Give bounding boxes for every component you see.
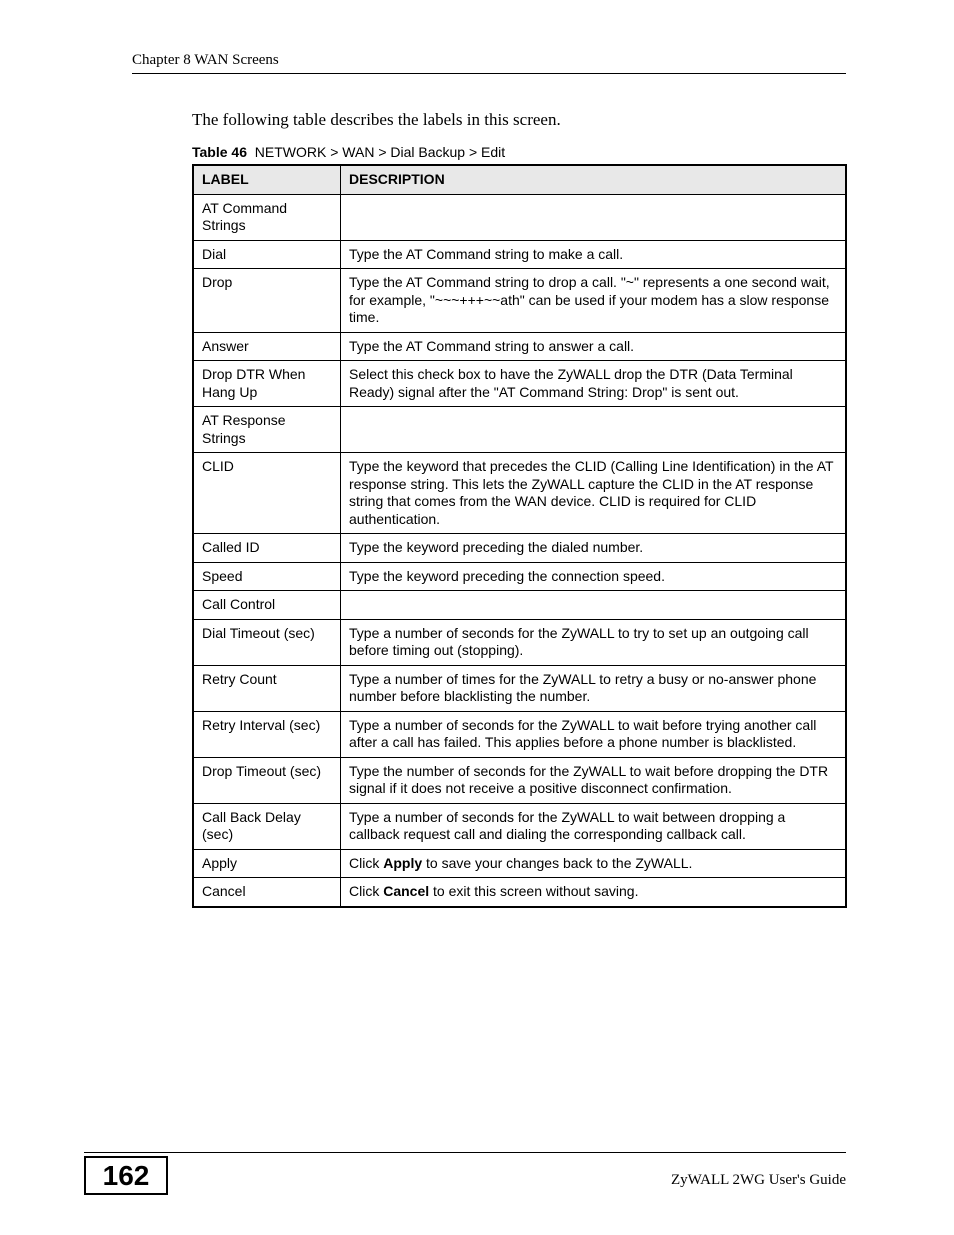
row-label: AT Command Strings [193, 194, 341, 240]
row-description: Click Cancel to exit this screen without… [341, 878, 847, 907]
row-description: Type the AT Command string to drop a cal… [341, 269, 847, 333]
row-description: Click Apply to save your changes back to… [341, 849, 847, 878]
table-row: AT Command Strings [193, 194, 846, 240]
table-row: Drop DTR When Hang Up Select this check … [193, 361, 846, 407]
row-label: Dial [193, 240, 341, 269]
table-row: Speed Type the keyword preceding the con… [193, 562, 846, 591]
row-label: Speed [193, 562, 341, 591]
row-label: Apply [193, 849, 341, 878]
row-label: Drop Timeout (sec) [193, 757, 341, 803]
row-description: Type a number of seconds for the ZyWALL … [341, 803, 847, 849]
table-row: Apply Click Apply to save your changes b… [193, 849, 846, 878]
row-description: Type a number of times for the ZyWALL to… [341, 665, 847, 711]
table-row: Answer Type the AT Command string to ans… [193, 332, 846, 361]
row-description [341, 194, 847, 240]
row-label: Call Control [193, 591, 341, 620]
row-description: Type a number of seconds for the ZyWALL … [341, 711, 847, 757]
table-caption-label: Table 46 [192, 144, 247, 160]
table-row: Drop Type the AT Command string to drop … [193, 269, 846, 333]
table-row: Dial Type the AT Command string to make … [193, 240, 846, 269]
column-header-label: LABEL [193, 165, 341, 194]
row-label: Drop [193, 269, 341, 333]
table-caption-text: NETWORK > WAN > Dial Backup > Edit [255, 144, 505, 160]
row-label: CLID [193, 453, 341, 534]
row-label: AT Response Strings [193, 407, 341, 453]
column-header-description: DESCRIPTION [341, 165, 847, 194]
row-description: Select this check box to have the ZyWALL… [341, 361, 847, 407]
table-row: Cancel Click Cancel to exit this screen … [193, 878, 846, 907]
running-header: Chapter 8 WAN Screens [132, 52, 846, 69]
row-description: Type the AT Command string to make a cal… [341, 240, 847, 269]
row-label: Answer [193, 332, 341, 361]
page-number: 162 [84, 1156, 168, 1195]
table-header-row: LABEL DESCRIPTION [193, 165, 846, 194]
row-label: Retry Count [193, 665, 341, 711]
row-label: Called ID [193, 534, 341, 563]
intro-paragraph: The following table describes the labels… [192, 110, 846, 130]
row-label: Call Back Delay (sec) [193, 803, 341, 849]
table-row: Retry Count Type a number of times for t… [193, 665, 846, 711]
row-description [341, 407, 847, 453]
row-description: Type the keyword preceding the dialed nu… [341, 534, 847, 563]
row-label: Drop DTR When Hang Up [193, 361, 341, 407]
labels-description-table: LABEL DESCRIPTION AT Command Strings Dia… [192, 164, 847, 908]
footer-rule [84, 1152, 846, 1153]
table-row: Retry Interval (sec) Type a number of se… [193, 711, 846, 757]
table-row: Called ID Type the keyword preceding the… [193, 534, 846, 563]
row-label: Cancel [193, 878, 341, 907]
row-description: Type a number of seconds for the ZyWALL … [341, 619, 847, 665]
table-row: Call Control [193, 591, 846, 620]
guide-title: ZyWALL 2WG User's Guide [671, 1172, 846, 1195]
row-label: Dial Timeout (sec) [193, 619, 341, 665]
table-row: Drop Timeout (sec) Type the number of se… [193, 757, 846, 803]
table-row: AT Response Strings [193, 407, 846, 453]
header-rule [132, 73, 846, 74]
table-caption: Table 46 NETWORK > WAN > Dial Backup > E… [192, 144, 846, 160]
row-description: Type the AT Command string to answer a c… [341, 332, 847, 361]
row-description: Type the keyword that precedes the CLID … [341, 453, 847, 534]
row-description: Type the number of seconds for the ZyWAL… [341, 757, 847, 803]
table-row: CLID Type the keyword that precedes the … [193, 453, 846, 534]
table-row: Dial Timeout (sec) Type a number of seco… [193, 619, 846, 665]
row-description [341, 591, 847, 620]
page-footer: 162 ZyWALL 2WG User's Guide [0, 1152, 954, 1195]
row-description: Type the keyword preceding the connectio… [341, 562, 847, 591]
table-row: Call Back Delay (sec) Type a number of s… [193, 803, 846, 849]
row-label: Retry Interval (sec) [193, 711, 341, 757]
